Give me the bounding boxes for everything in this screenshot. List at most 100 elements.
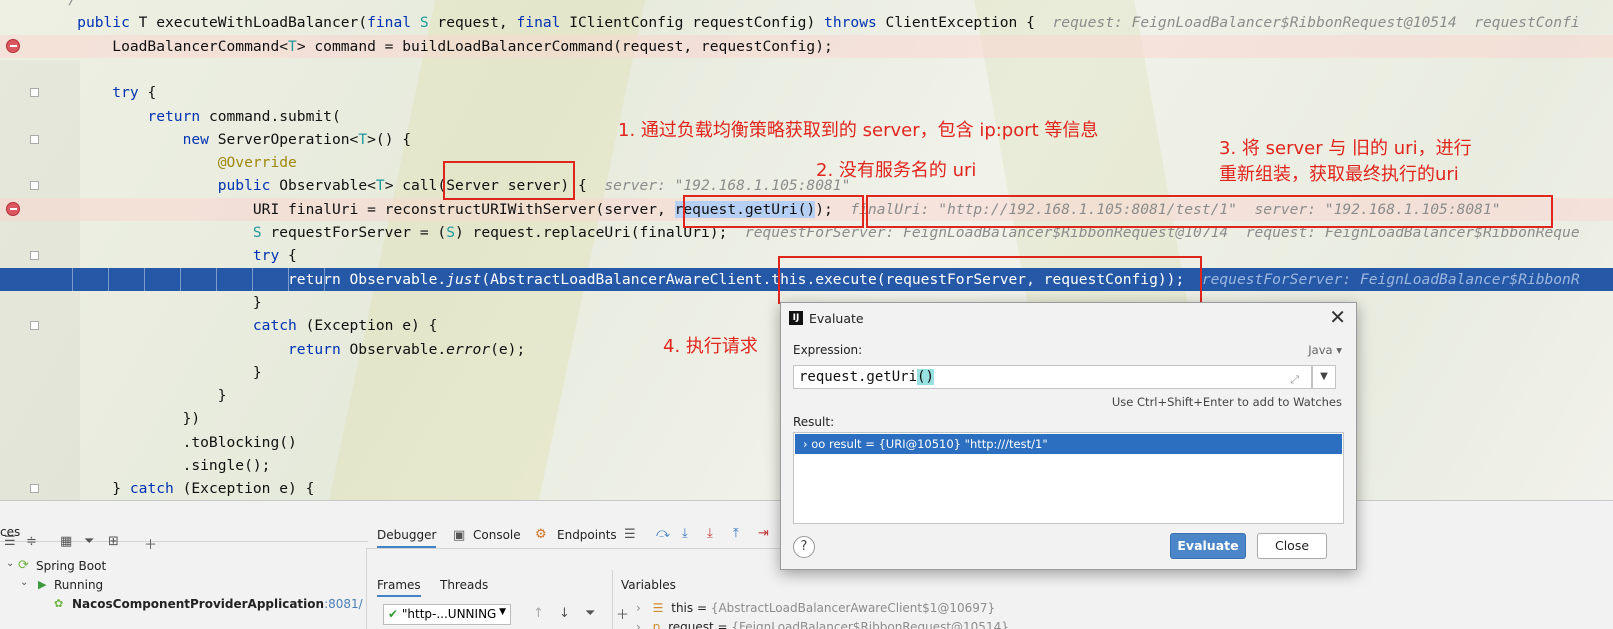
run-icon: ▶: [38, 578, 47, 591]
indent-guide: [144, 267, 145, 291]
code-line[interactable]: try {: [0, 81, 1613, 104]
menu-icon[interactable]: ☰: [624, 527, 636, 542]
chevron-down-icon[interactable]: ⌄: [20, 577, 28, 588]
code-line[interactable]: */: [0, 0, 1613, 11]
arrow-down-icon[interactable]: ↓: [559, 606, 570, 621]
tree-item-app[interactable]: NacosComponentProviderApplication:8081/: [72, 597, 363, 611]
chevron-right-icon: ›: [636, 620, 641, 629]
app-port-link[interactable]: :8081/: [324, 597, 363, 611]
tab-variables[interactable]: Variables: [621, 578, 676, 592]
indent-guide: [216, 267, 217, 291]
tree-item-spring-boot[interactable]: Spring Boot: [36, 559, 106, 573]
console-icon: ▣: [453, 528, 466, 543]
tab-threads[interactable]: Threads: [440, 578, 488, 592]
expand-icon[interactable]: ⤢: [1290, 369, 1299, 391]
tab-debugger[interactable]: Debugger: [377, 528, 437, 548]
evaluate-dialog: IJ Evaluate ✕ Expression: Java ▾ request…: [780, 302, 1357, 570]
inline-debug-value: request: FeignLoadBalancer$RibbonRequest…: [1034, 14, 1580, 32]
code-line[interactable]: LoadBalancerCommand<T> command = buildLo…: [0, 34, 1613, 58]
expression-input[interactable]: request.getUri() ⤢: [793, 365, 1312, 389]
close-button[interactable]: Close: [1257, 533, 1327, 559]
variable-name: this: [671, 601, 694, 615]
watch-hint: Use Ctrl+Shift+Enter to add to Watches: [1111, 395, 1342, 409]
indent-guide: [324, 267, 325, 291]
step-into-icon[interactable]: ⤓: [682, 526, 688, 541]
variable-row[interactable]: › p request = {FeignLoadBalancer$RibbonR…: [636, 620, 1009, 629]
annotation-note-1: 1. 通过负载均衡策略获取到的 server，包含 ip:port 等信息: [618, 120, 1099, 141]
help-button[interactable]: ?: [793, 536, 815, 558]
divider: [612, 570, 613, 629]
divider: [0, 541, 368, 542]
breakpoint-icon[interactable]: [6, 38, 20, 53]
fold-marker-icon[interactable]: [30, 181, 39, 191]
expand-all-icon[interactable]: ☰: [4, 534, 16, 549]
tree-item-running[interactable]: Running: [54, 578, 103, 592]
inline-debug-value: requestForServer: FeignLoadBalancer$Ribb…: [1184, 270, 1580, 288]
code-text: catch (Exception e) {: [252, 317, 438, 335]
run-to-cursor-icon[interactable]: ⇥: [758, 526, 769, 541]
variable-row[interactable]: › ☰ this = {AbstractLoadBalancerAwareCli…: [636, 601, 995, 615]
code-text: } catch (Exception e) {: [42, 480, 315, 498]
dialog-title: Evaluate: [809, 311, 864, 326]
thread-select[interactable]: ✔ "http-...UNNING ▼: [383, 604, 511, 625]
annotation-box-final-uri: [866, 195, 1553, 228]
group-icon[interactable]: ▦: [60, 534, 72, 549]
step-out-icon[interactable]: ⤒: [733, 526, 739, 541]
result-row[interactable]: › oo result = {URI@10510} "http:///test/…: [795, 434, 1342, 454]
collapse-all-icon[interactable]: ≑: [26, 534, 37, 549]
fold-marker-icon[interactable]: [30, 484, 39, 494]
annotation-box-execute: [778, 256, 1202, 304]
code-text: LoadBalancerCommand<T> command = buildLo…: [42, 37, 833, 55]
tab-console[interactable]: Console: [473, 528, 521, 542]
watch-glasses-icon: oo: [811, 437, 826, 451]
chevron-down-icon[interactable]: ⌄: [6, 558, 14, 569]
fold-marker-icon[interactable]: [30, 321, 39, 331]
intellij-logo-icon: IJ: [789, 311, 803, 325]
result-tree[interactable]: › oo result = {URI@10510} "http:///test/…: [793, 432, 1344, 524]
add-watch-icon[interactable]: ＋: [616, 604, 629, 623]
evaluate-button[interactable]: Evaluate: [1170, 533, 1246, 559]
tab-endpoints[interactable]: Endpoints: [557, 528, 617, 542]
chevron-right-icon[interactable]: ›: [803, 437, 808, 451]
language-select[interactable]: Java ▾: [1308, 343, 1342, 357]
code-text: new ServerOperation<T>() {: [182, 130, 412, 148]
endpoints-icon: ⚙: [535, 527, 547, 542]
filter-icon[interactable]: ⏷: [84, 534, 94, 549]
indent-guide: [180, 267, 181, 291]
tab-frames[interactable]: Frames: [377, 578, 421, 597]
code-line[interactable]: [0, 58, 1613, 81]
indent-guide: [252, 267, 253, 291]
fold-marker-icon[interactable]: [30, 134, 39, 144]
breakpoint-icon[interactable]: [6, 201, 20, 216]
close-icon[interactable]: ✕: [1329, 305, 1346, 329]
language-value: Java: [1308, 343, 1333, 357]
indent-guide: [72, 267, 73, 291]
annotation-box-server-param: [443, 161, 575, 200]
spring-boot-icon: ⟳: [18, 558, 29, 573]
code-text: .single();: [42, 457, 271, 474]
history-dropdown-button[interactable]: ▼: [1312, 365, 1336, 389]
code-text: }: [42, 293, 262, 311]
annotation-note-4: 4. 执行请求: [663, 336, 758, 357]
fold-marker-icon[interactable]: [30, 251, 39, 261]
step-over-icon[interactable]: ⤼: [656, 526, 670, 541]
code-text: }: [42, 363, 262, 381]
chevron-down-icon: ▼: [499, 607, 506, 617]
param-icon: p: [652, 620, 661, 629]
filter-icon[interactable]: ⏷: [585, 606, 595, 621]
variable-name: request: [668, 620, 714, 629]
code-text: try {: [252, 247, 297, 265]
expression-label: Expression:: [793, 343, 863, 357]
force-step-into-icon[interactable]: ⤓: [707, 526, 713, 541]
indent-guide: [108, 267, 109, 291]
annotation-note-2: 2. 没有服务名的 uri: [816, 160, 977, 181]
code-text: }: [42, 387, 227, 405]
new-tab-icon[interactable]: ⊞: [108, 534, 119, 549]
result-label: Result:: [793, 415, 835, 429]
arrow-up-icon[interactable]: ↑: [533, 606, 544, 621]
add-icon[interactable]: ＋: [144, 534, 157, 553]
code-line[interactable]: public T executeWithLoadBalancer(final S…: [0, 11, 1613, 34]
thread-select-value: "http-...UNNING: [401, 607, 497, 621]
fold-marker-icon[interactable]: [30, 88, 39, 98]
code-text: return command.submit(: [147, 107, 341, 125]
